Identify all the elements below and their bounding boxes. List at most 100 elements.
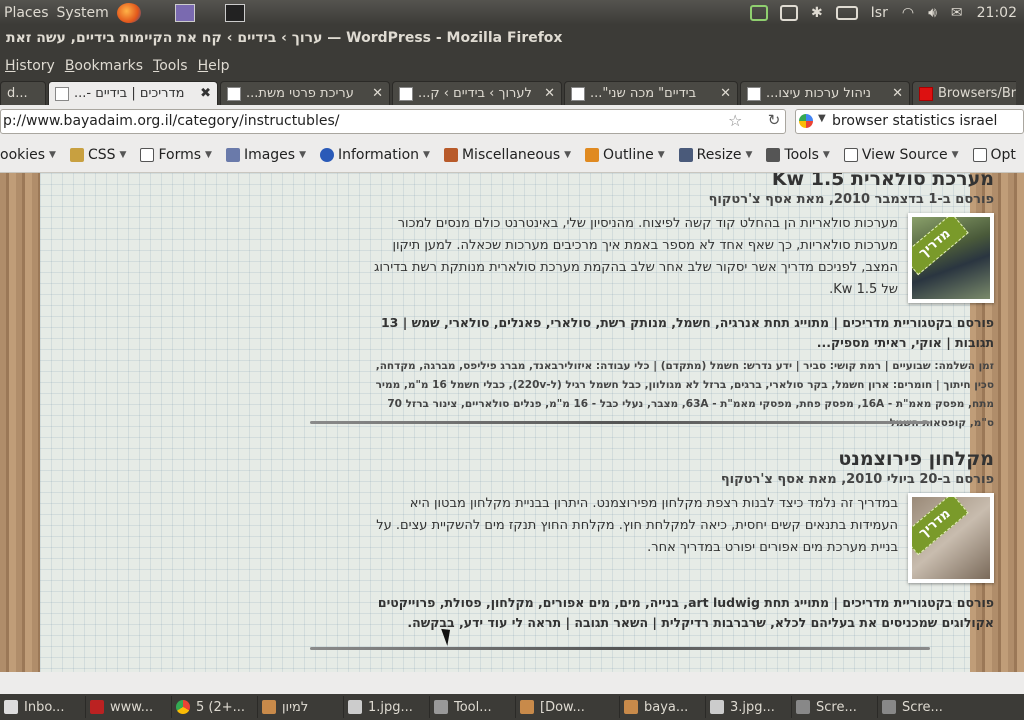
- tray-app-icon[interactable]: [749, 4, 768, 21]
- places-menu[interactable]: Places: [0, 5, 53, 21]
- reload-icon[interactable]: ↻: [764, 111, 784, 131]
- toolbar-miscellaneous[interactable]: Miscellaneous ▼: [443, 147, 571, 163]
- mail-indicator-icon[interactable]: ✉: [944, 5, 970, 21]
- tab-0[interactable]: d...: [0, 81, 46, 105]
- post-solar-system: מערכת סולארית 1.5 Kw פורסם ב-1 בדצמבר 20…: [362, 173, 994, 433]
- tools-icon: [766, 148, 781, 162]
- toolbar-outline[interactable]: Outline ▼: [585, 147, 665, 163]
- url-bar[interactable]: p://www.bayadaim.org.il/category/instruc…: [0, 109, 786, 134]
- task-bayadaim-folder[interactable]: baya...: [620, 696, 706, 718]
- task-label: [Dow...: [540, 699, 585, 715]
- post-divider: [310, 421, 930, 424]
- post-title[interactable]: מקלחון פירוצמנט: [362, 447, 994, 471]
- chevron-down-icon: ▼: [49, 150, 56, 160]
- post-title[interactable]: מערכת סולארית 1.5 Kw: [362, 173, 994, 191]
- resize-icon: [678, 148, 693, 162]
- bookmark-star-icon[interactable]: ☆: [728, 111, 742, 130]
- bluetooth-icon[interactable]: ✱: [804, 5, 830, 21]
- task-label: www...: [110, 699, 154, 715]
- page-icon: [747, 86, 761, 101]
- image-icon: [710, 700, 724, 714]
- toolbar-label: Opt: [990, 147, 1016, 163]
- close-tab-icon[interactable]: ✕: [366, 86, 383, 101]
- tab-label: ניהול ערכות עיצו...: [766, 86, 871, 101]
- post-divider: [310, 647, 930, 650]
- menu-bookmarks[interactable]: Bookmarks: [60, 58, 148, 74]
- menu-tools[interactable]: Tools: [148, 58, 193, 74]
- toolbar-resize[interactable]: Resize ▼: [678, 147, 753, 163]
- task-inbox[interactable]: Inbo...: [0, 696, 86, 718]
- menu-help[interactable]: Help: [193, 58, 235, 74]
- page-icon: [571, 86, 585, 101]
- tab-label: בידיים" מכה שני"...: [590, 86, 697, 101]
- page-icon: [919, 86, 933, 101]
- chevron-down-icon: ▼: [822, 150, 830, 160]
- tab-6[interactable]: Browsers/Br: [912, 81, 1016, 105]
- firefox-launcher-icon[interactable]: [116, 2, 141, 23]
- dropbox-icon[interactable]: [779, 4, 798, 21]
- tab-3[interactable]: לערוך › בידיים › ק... ✕: [392, 81, 562, 105]
- post-excerpt: מדריך במדריך זה נלמד כיצד לבנות רצפת מקל…: [362, 493, 994, 583]
- tab-label: Browsers/Br: [938, 86, 1016, 101]
- clock[interactable]: 21:02: [970, 5, 1024, 21]
- tab-strip: d... מדריכים | בידיים -... ✖ עריכת פרטי …: [0, 79, 1024, 105]
- page-icon: [227, 86, 241, 101]
- close-tab-icon[interactable]: ✖: [194, 86, 211, 101]
- post-meta: פורסם ב-1 בדצמבר 2010, מאת אסף צ'רטקוף: [708, 192, 994, 207]
- post-categories[interactable]: פורסם בקטגוריית מדריכים | מתוייג תחת art…: [362, 593, 994, 633]
- search-input[interactable]: browser statistics israel: [795, 109, 1024, 134]
- google-search-icon[interactable]: [799, 114, 813, 128]
- task-screenshot-1[interactable]: Scre...: [792, 696, 878, 718]
- chevron-down-icon[interactable]: ▼: [818, 113, 826, 124]
- task-image-1[interactable]: 1.jpg...: [344, 696, 430, 718]
- chevron-down-icon: ▼: [745, 150, 753, 160]
- tab-2[interactable]: עריכת פרטי משת... ✕: [220, 81, 390, 105]
- task-folder-sort[interactable]: למיון: [258, 696, 344, 718]
- wifi-icon[interactable]: ◠: [895, 5, 921, 21]
- task-label: Inbo...: [24, 699, 65, 715]
- toolbar-css[interactable]: CSS ▼: [69, 147, 127, 163]
- chevron-down-icon: ▼: [119, 150, 127, 160]
- task-tool[interactable]: Tool...: [430, 696, 516, 718]
- tab-1-active[interactable]: מדריכים | בידיים -... ✖: [48, 81, 218, 105]
- close-tab-icon[interactable]: ✕: [538, 86, 555, 101]
- keyboard-layout[interactable]: Isr: [864, 5, 895, 21]
- task-downloads[interactable]: [Dow...: [516, 696, 620, 718]
- tab-4[interactable]: בידיים" מכה שני"... ✕: [564, 81, 738, 105]
- web-developer-toolbar: ookies ▼ CSS ▼ Forms ▼ Images ▼ Information ▼…: [0, 138, 1024, 173]
- post-categories[interactable]: פורסם בקטגוריית מדריכים | מתוייג תחת אנר…: [362, 313, 994, 353]
- task-label: 1.jpg...: [368, 699, 413, 715]
- misc-icon: [443, 148, 458, 162]
- toolbar-options[interactable]: Opt: [972, 147, 1016, 163]
- terminal-launcher-icon[interactable]: [224, 3, 245, 22]
- close-tab-icon[interactable]: ✕: [886, 86, 903, 101]
- toolbar-view-source[interactable]: View Source ▼: [843, 147, 959, 163]
- folder-icon: [262, 700, 276, 714]
- task-chrome[interactable]: 5 (2+...: [172, 696, 258, 718]
- task-filezilla[interactable]: www...: [86, 696, 172, 718]
- task-screenshot-2[interactable]: Scre...: [878, 696, 964, 718]
- source-icon: [843, 148, 858, 162]
- post-thumbnail[interactable]: מדריך: [908, 213, 994, 303]
- post-thumbnail[interactable]: מדריך: [908, 493, 994, 583]
- app-launcher-icon[interactable]: [174, 3, 195, 22]
- toolbar-images[interactable]: Images ▼: [225, 147, 306, 163]
- volume-icon[interactable]: 🔊︎: [921, 5, 944, 21]
- task-label: Tool...: [454, 699, 492, 715]
- options-icon: [972, 148, 987, 162]
- page-viewport[interactable]: מערכת סולארית 1.5 Kw פורסם ב-1 בדצמבר 20…: [0, 173, 1024, 672]
- toolbar-cookies[interactable]: ookies ▼: [0, 147, 56, 163]
- toolbar-information[interactable]: Information ▼: [320, 147, 430, 163]
- system-menu[interactable]: System: [53, 5, 113, 21]
- close-tab-icon[interactable]: ✕: [714, 86, 731, 101]
- menu-history[interactable]: History: [0, 58, 60, 74]
- toolbar-forms[interactable]: Forms ▼: [140, 147, 212, 163]
- taskbar: Inbo... www... 5 (2+... למיון 1.jpg... T…: [0, 694, 1024, 720]
- toolbar-tools[interactable]: Tools ▼: [766, 147, 830, 163]
- task-image-3[interactable]: 3.jpg...: [706, 696, 792, 718]
- tab-5[interactable]: ניהול ערכות עיצו... ✕: [740, 81, 910, 105]
- task-label: Scre...: [902, 699, 943, 715]
- keyboard-icon[interactable]: [835, 5, 858, 20]
- tab-label: לערוך › בידיים › ק...: [418, 86, 532, 101]
- navigation-bar: p://www.bayadaim.org.il/category/instruc…: [0, 105, 1024, 138]
